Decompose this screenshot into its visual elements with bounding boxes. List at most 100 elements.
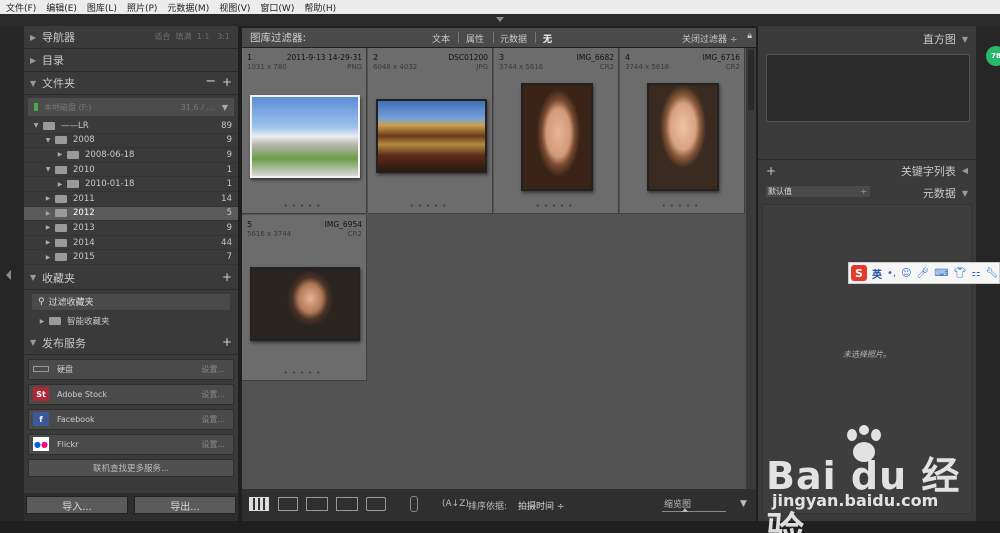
add-publish-service-button[interactable]: +	[222, 335, 232, 349]
microphone-icon[interactable]: 🎤︎	[917, 268, 930, 279]
photo-thumbnail[interactable]	[250, 267, 360, 341]
wrench-icon[interactable]: 🔧︎	[985, 268, 998, 279]
cell-rating-dots[interactable]: •••••	[242, 369, 366, 377]
remove-folder-button[interactable]: −	[205, 74, 216, 89]
keyword-list-header[interactable]: + 关键字列表 ◀	[758, 159, 976, 181]
folder-row[interactable]: ▶ 2015 7	[24, 250, 238, 265]
skin-icon[interactable]: 👕︎	[954, 268, 967, 279]
add-collection-button[interactable]: +	[222, 270, 232, 284]
publish-service-row[interactable]: ● ● Flickr 设置...	[28, 433, 234, 455]
menu-window[interactable]: 窗口(W)	[260, 1, 294, 14]
collapse-arrow-icon[interactable]: ▼	[44, 166, 52, 173]
zoom-fit[interactable]: 适合	[154, 32, 170, 41]
folder-row[interactable]: ▶ 2011 14	[24, 192, 238, 207]
sort-dropdown[interactable]: 拍摄时间 ÷	[518, 499, 564, 512]
filter-text[interactable]: 文本	[432, 32, 450, 45]
collections-header[interactable]: ▼ 收藏夹 +	[24, 267, 238, 290]
expand-arrow-icon[interactable]: ▶	[44, 239, 52, 246]
publish-service-row[interactable]: f Facebook 设置...	[28, 408, 234, 430]
cell-rating-dots[interactable]: •••••	[368, 202, 492, 210]
menu-file[interactable]: 文件(F)	[6, 1, 36, 14]
expand-arrow-icon[interactable]: ▶	[44, 210, 52, 217]
collection-item[interactable]: ▶ 智能收藏夹	[24, 314, 238, 329]
publish-settings-link[interactable]: 设置...	[201, 389, 225, 400]
expand-arrow-icon[interactable]: ▶	[56, 151, 64, 158]
emoji-icon[interactable]: ☺	[901, 268, 911, 279]
cell-rating-dots[interactable]: •••••	[620, 202, 744, 210]
sogou-logo[interactable]: S	[851, 265, 867, 281]
publish-service-row[interactable]: 硬盘 设置...	[28, 358, 234, 380]
painter-icon[interactable]	[410, 496, 418, 512]
folders-header[interactable]: ▼ 文件夹 − +	[24, 72, 238, 95]
collapse-arrow-icon[interactable]: ▼	[32, 122, 40, 129]
people-view-icon[interactable]	[366, 497, 386, 511]
folder-row[interactable]: ▼ ——LR 89	[24, 119, 238, 134]
slider-handle[interactable]	[682, 508, 688, 512]
toolbox-icon[interactable]: ⚏	[971, 268, 980, 279]
folder-row[interactable]: ▶ 2013 9	[24, 221, 238, 236]
grid-cell[interactable]: 3 IMG_6682 3744 x 5616 CR2 •••••	[494, 48, 619, 214]
expand-arrow-icon[interactable]: ▶	[44, 224, 52, 231]
menu-help[interactable]: 帮助(H)	[304, 1, 336, 14]
toolbar-menu-icon[interactable]: ▼	[740, 499, 747, 509]
top-panel-toggle[interactable]	[0, 14, 1000, 26]
photo-thumbnail[interactable]	[250, 95, 360, 178]
thumbnail-size-slider[interactable]	[662, 511, 726, 512]
scrollbar-thumb[interactable]	[748, 50, 754, 110]
menu-edit[interactable]: 编辑(E)	[46, 1, 77, 14]
menu-view[interactable]: 视图(V)	[219, 1, 250, 14]
ime-language[interactable]: 英	[872, 266, 882, 281]
punctuation-icon[interactable]: •,	[887, 268, 896, 279]
volume-dropdown-icon[interactable]: ▼	[222, 103, 228, 112]
notification-badge[interactable]: 78	[986, 46, 1000, 66]
zoom-fill[interactable]: 填满	[176, 32, 192, 41]
folder-row[interactable]: ▼ 2010 1	[24, 163, 238, 178]
folder-row[interactable]: ▼ 2008 9	[24, 134, 238, 149]
publish-settings-link[interactable]: 设置...	[201, 414, 225, 425]
folder-row[interactable]: ▶ 2010-01-18 1	[24, 177, 238, 192]
folder-row[interactable]: ▶ 2008-06-18 9	[24, 148, 238, 163]
navigator-header[interactable]: ▶ 导航器 适合 填满 1:1 3:1	[24, 26, 238, 49]
collapse-arrow-icon[interactable]: ▼	[44, 137, 52, 144]
filter-metadata[interactable]: 元数据	[500, 32, 527, 45]
survey-view-icon[interactable]	[336, 497, 358, 511]
collection-filter-input[interactable]: ⚲ 过滤收藏夹	[32, 293, 230, 310]
close-filter-dropdown[interactable]: 关闭过滤器 ÷	[682, 32, 737, 45]
menu-library[interactable]: 图库(L)	[87, 1, 117, 14]
lock-icon[interactable]: 🔒︎	[747, 31, 752, 41]
folder-row[interactable]: ▶ 2014 44	[24, 236, 238, 251]
filter-none[interactable]: 无	[543, 32, 552, 45]
cell-rating-dots[interactable]: •••••	[242, 202, 366, 210]
publish-settings-link[interactable]: 设置...	[201, 364, 225, 375]
keyboard-icon[interactable]: ⌨	[934, 268, 948, 279]
loupe-view-icon[interactable]	[278, 497, 298, 511]
photo-thumbnail[interactable]	[521, 83, 593, 191]
grid-cell[interactable]: 2 DSC01200 6048 x 4032 JPG •••••	[368, 48, 493, 214]
publish-settings-link[interactable]: 设置...	[201, 439, 225, 450]
zoom-3-1[interactable]: 3:1	[217, 32, 230, 41]
add-keyword-icon[interactable]: +	[766, 164, 776, 178]
catalog-header[interactable]: ▶ 目录	[24, 49, 238, 72]
add-folder-button[interactable]: +	[222, 75, 232, 89]
publish-header[interactable]: ▼ 发布服务 +	[24, 332, 238, 355]
compare-view-icon[interactable]	[306, 497, 328, 511]
metadata-preset-dropdown[interactable]: 默认值 ÷	[766, 186, 870, 197]
publish-service-row[interactable]: St Adobe Stock 设置...	[28, 383, 234, 405]
filter-attribute[interactable]: 属性	[466, 32, 484, 45]
find-more-services-button[interactable]: 联机查找更多服务...	[28, 458, 234, 477]
sort-direction-icon[interactable]: (A↓Z)	[442, 499, 469, 509]
expand-arrow-icon[interactable]: ▶	[44, 254, 52, 261]
expand-arrow-icon[interactable]: ▶	[56, 181, 64, 188]
histogram-header[interactable]: 直方图 ▼	[758, 28, 976, 50]
cell-rating-dots[interactable]: •••••	[494, 202, 618, 210]
folder-row[interactable]: ▶ 2012 5	[24, 206, 238, 222]
menu-photo[interactable]: 照片(P)	[127, 1, 157, 14]
menu-metadata[interactable]: 元数据(M)	[167, 1, 209, 14]
left-panel-toggle[interactable]	[0, 26, 24, 521]
grid-scrollbar[interactable]	[746, 48, 756, 489]
photo-thumbnail[interactable]	[647, 83, 719, 191]
grid-cell[interactable]: 5 IMG_6954 5616 x 3744 CR2 •••••	[242, 215, 367, 381]
expand-arrow-icon[interactable]: ▶	[44, 195, 52, 202]
import-button[interactable]: 导入...	[26, 496, 128, 514]
zoom-1-1[interactable]: 1:1	[197, 32, 210, 41]
